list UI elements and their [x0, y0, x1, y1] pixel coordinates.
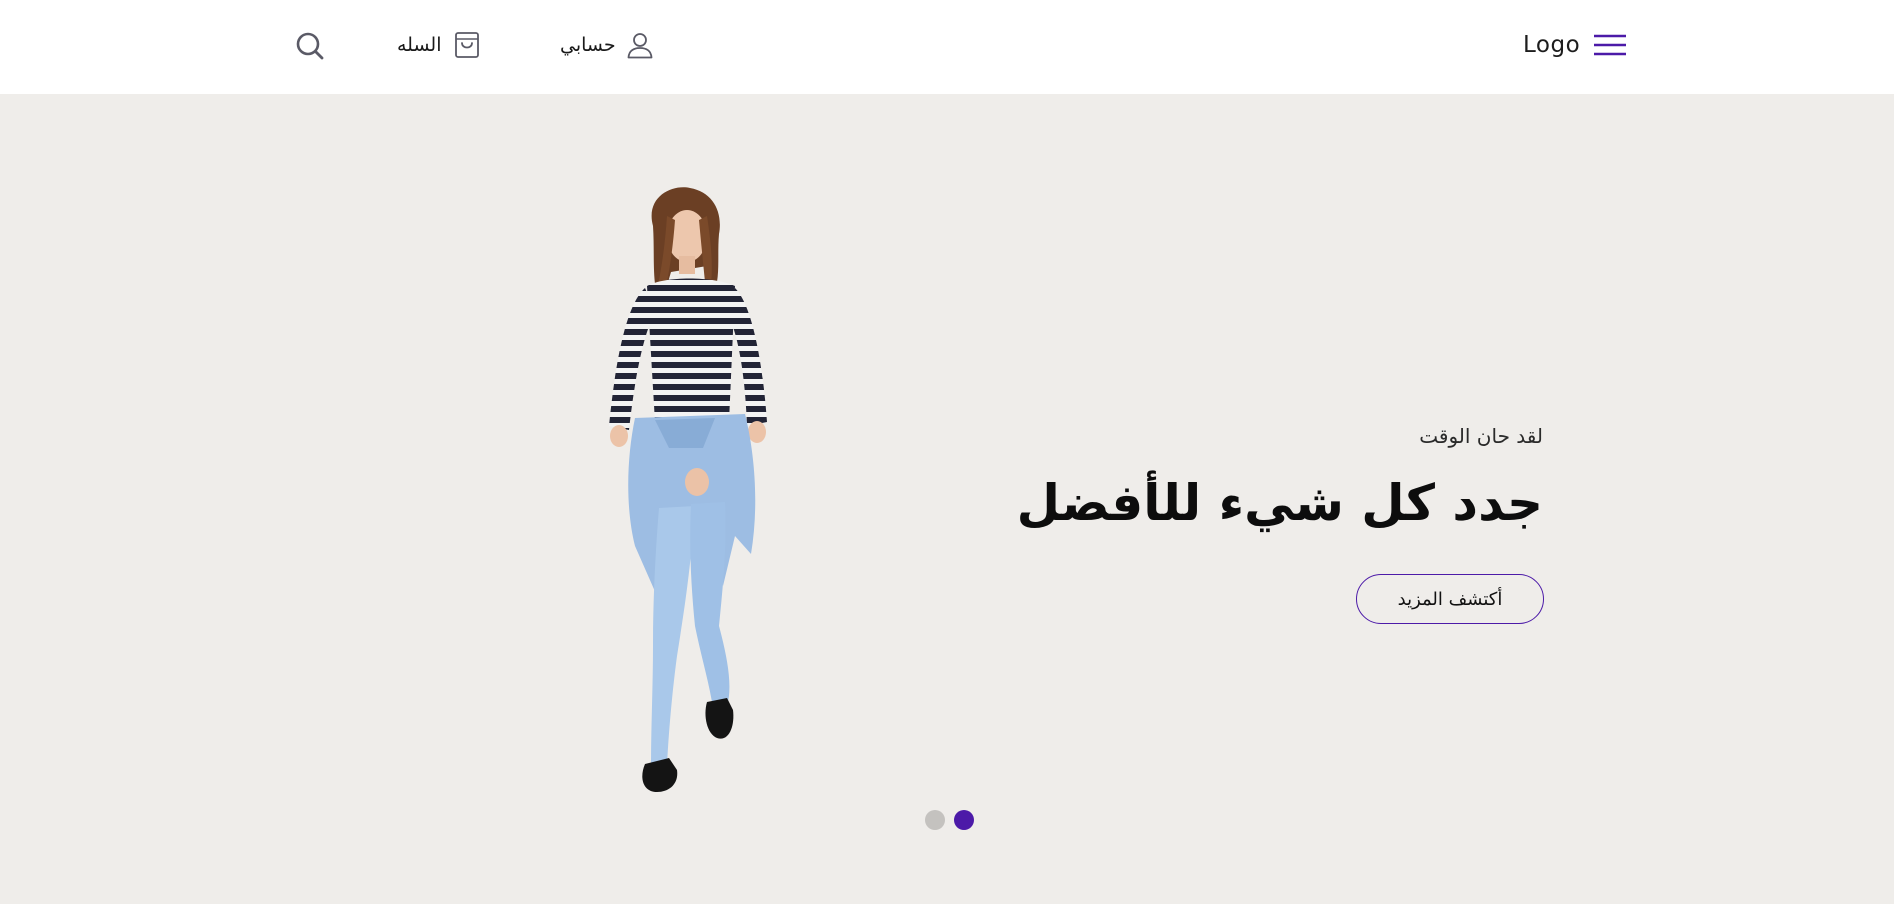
search-icon [296, 32, 324, 60]
logo[interactable]: Logo [1523, 30, 1580, 60]
cart-label: السله [397, 34, 442, 56]
cart-link[interactable]: السله [397, 26, 480, 64]
user-icon [627, 33, 653, 59]
menu-button[interactable] [1592, 34, 1628, 56]
hero-headline: جدد كل شيء للأفضل [1016, 474, 1543, 532]
slide-dot-1[interactable] [925, 810, 945, 830]
shopping-bag-icon [454, 32, 479, 58]
hamburger-icon [1592, 34, 1628, 56]
account-label: حسابي [560, 34, 616, 56]
fashion-model-image [609, 187, 767, 792]
site-header: Logo حسابي السله [0, 0, 1894, 94]
hero-slider: لقد حان الوقت جدد كل شيء للأفضل أكتشف ال… [0, 94, 1894, 904]
slide-dot-2-active[interactable] [954, 810, 974, 830]
account-link[interactable]: حسابي [560, 26, 654, 64]
hero-eyebrow: لقد حان الوقت [1419, 424, 1543, 448]
slider-pagination [925, 810, 974, 830]
discover-more-button[interactable]: أكتشف المزيد [1356, 574, 1544, 624]
search-button[interactable] [294, 30, 326, 62]
